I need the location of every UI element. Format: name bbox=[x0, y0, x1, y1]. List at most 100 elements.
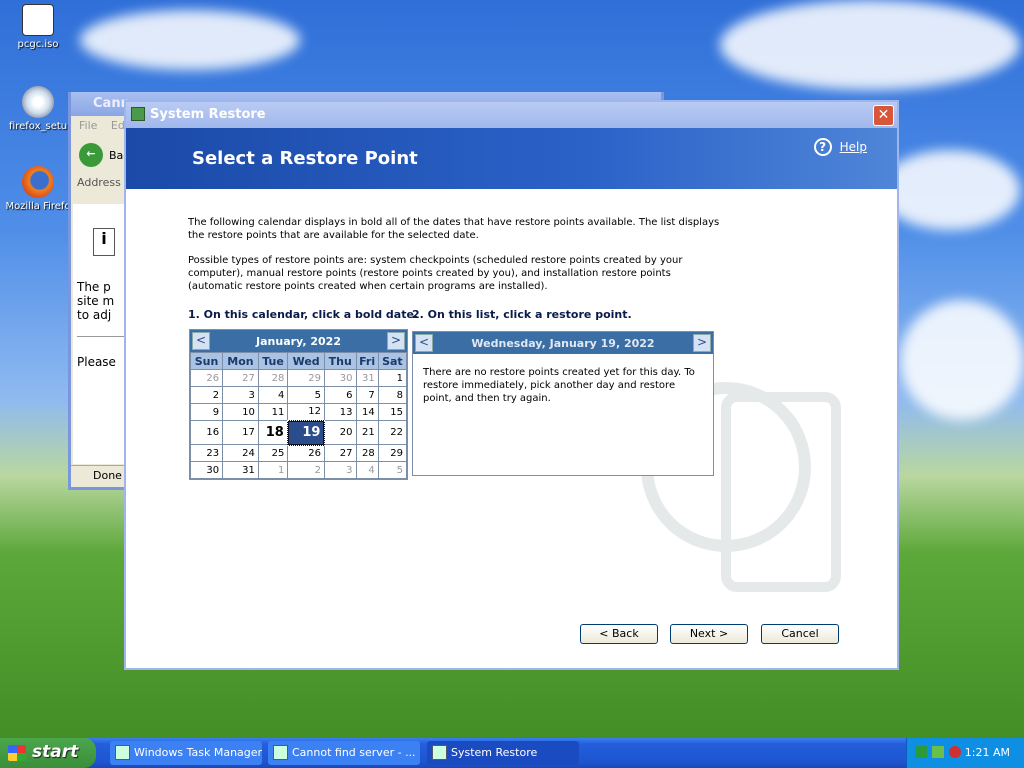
calendar-day[interactable]: 2 bbox=[189, 386, 224, 404]
security-center-icon[interactable] bbox=[932, 746, 944, 758]
calendar-day[interactable]: 31 bbox=[355, 369, 379, 387]
calendar-day[interactable]: 3 bbox=[323, 461, 357, 479]
calendar-day[interactable]: 1 bbox=[377, 369, 408, 387]
ie-body-text: site m bbox=[77, 294, 115, 308]
start-button[interactable]: start bbox=[0, 738, 96, 768]
system-restore-icon bbox=[131, 107, 145, 121]
calendar-day[interactable]: 30 bbox=[189, 461, 224, 479]
calendar-day[interactable]: 5 bbox=[287, 386, 325, 404]
calendar-day[interactable]: 29 bbox=[287, 369, 325, 387]
help-link[interactable]: Help bbox=[840, 140, 867, 154]
task-system-restore[interactable]: System Restore bbox=[427, 741, 579, 765]
calendar-day[interactable]: 8 bbox=[377, 386, 408, 404]
task-manager-icon bbox=[115, 745, 130, 760]
calendar-day[interactable]: 20 bbox=[323, 420, 357, 445]
calendar-day[interactable]: 22 bbox=[377, 420, 408, 445]
calendar-week-row: 23 24 25 26 27 28 29 bbox=[189, 444, 408, 462]
menu-edit[interactable]: Ed bbox=[111, 119, 125, 132]
shield-icon[interactable] bbox=[949, 746, 961, 758]
next-month-button[interactable]: > bbox=[387, 332, 405, 350]
weekday-header: Sun bbox=[189, 352, 224, 370]
calendar-day[interactable]: 27 bbox=[222, 369, 259, 387]
calendar-day[interactable]: 12 bbox=[287, 403, 325, 421]
calendar-day[interactable]: 11 bbox=[257, 403, 289, 421]
calendar-day[interactable]: 5 bbox=[377, 461, 408, 479]
calendar-day[interactable]: 28 bbox=[257, 369, 289, 387]
desktop-icon-mozilla-firefox[interactable]: Mozilla Firefo bbox=[2, 166, 74, 212]
info-icon: i bbox=[93, 228, 115, 256]
calendar-day[interactable]: 28 bbox=[355, 444, 379, 462]
calendar-day[interactable]: 4 bbox=[355, 461, 379, 479]
calendar-day[interactable]: 21 bbox=[355, 420, 379, 445]
intro-text: The following calendar displays in bold … bbox=[188, 216, 728, 305]
weekday-row: Sun Mon Tue Wed Thu Fri Sat bbox=[189, 352, 408, 370]
network-icon[interactable] bbox=[915, 746, 927, 758]
calendar-day[interactable]: 25 bbox=[257, 444, 289, 462]
calendar-day[interactable]: 10 bbox=[222, 403, 259, 421]
calendar-day[interactable]: 14 bbox=[355, 403, 379, 421]
clock: 1:21 AM bbox=[964, 746, 1010, 759]
list-empty-message: There are no restore points created yet … bbox=[423, 367, 695, 404]
calendar-day[interactable]: 29 bbox=[377, 444, 408, 462]
back-arrow-icon[interactable]: ← bbox=[79, 143, 103, 167]
calendar-week-row: 30 31 1 2 3 4 5 bbox=[189, 461, 408, 479]
calendar-day[interactable]: 23 bbox=[189, 444, 224, 462]
separator bbox=[77, 336, 125, 337]
calendar-day[interactable]: 31 bbox=[222, 461, 259, 479]
calendar-day[interactable]: 7 bbox=[355, 386, 379, 404]
wizard-header: Select a Restore Point ? Help bbox=[126, 128, 897, 190]
calendar-day-bold[interactable]: 18 bbox=[257, 420, 289, 445]
calendar-day[interactable]: 3 bbox=[222, 386, 259, 404]
calendar-week-row: 2 3 4 5 6 7 8 bbox=[189, 386, 408, 404]
calendar[interactable]: < January, 2022 > Sun Mon Tue Wed Thu Fr… bbox=[189, 329, 408, 480]
task-label: Cannot find server - ... bbox=[292, 746, 416, 759]
desktop-icon-firefox-setup[interactable]: firefox_setu bbox=[2, 86, 74, 132]
system-restore-icon bbox=[432, 745, 447, 760]
calendar-day[interactable]: 15 bbox=[377, 403, 408, 421]
calendar-day[interactable]: 6 bbox=[323, 386, 357, 404]
weekday-header: Mon bbox=[222, 352, 259, 370]
calendar-day[interactable]: 27 bbox=[323, 444, 357, 462]
weekday-header: Tue bbox=[257, 352, 289, 370]
weekday-header: Wed bbox=[287, 352, 325, 370]
next-day-button[interactable]: > bbox=[693, 334, 711, 352]
help-icon[interactable]: ? bbox=[813, 138, 832, 156]
calendar-day[interactable]: 24 bbox=[222, 444, 259, 462]
calendar-day[interactable]: 16 bbox=[189, 420, 224, 445]
calendar-day[interactable]: 17 bbox=[222, 420, 259, 445]
window-title: System Restore bbox=[150, 107, 266, 122]
calendar-day[interactable]: 2 bbox=[287, 461, 325, 479]
calendar-grid: Sun Mon Tue Wed Thu Fri Sat 26 27 28 29 … bbox=[189, 352, 408, 479]
calendar-day[interactable]: 26 bbox=[189, 369, 224, 387]
calendar-day[interactable]: 13 bbox=[323, 403, 357, 421]
restore-point-list[interactable]: < Wednesday, January 19, 2022 > There ar… bbox=[412, 331, 714, 476]
calendar-day[interactable]: 1 bbox=[257, 461, 289, 479]
taskbar: start Windows Task Manager Cannot find s… bbox=[0, 738, 1024, 768]
help-link-group[interactable]: ? Help bbox=[813, 138, 867, 156]
prev-day-button[interactable]: < bbox=[415, 334, 433, 352]
calendar-day[interactable]: 30 bbox=[323, 369, 357, 387]
calendar-day[interactable]: 4 bbox=[257, 386, 289, 404]
cloud bbox=[900, 300, 1024, 420]
desktop-icon-pcgc-iso[interactable]: pcgc.iso bbox=[2, 4, 74, 50]
task-cannot-find-server[interactable]: Cannot find server - ... bbox=[268, 741, 420, 765]
calendar-day[interactable]: 9 bbox=[189, 403, 224, 421]
weekday-header: Thu bbox=[323, 352, 357, 370]
back-button[interactable]: < Back bbox=[580, 624, 658, 644]
calendar-month-label: January, 2022 bbox=[256, 334, 341, 348]
cancel-button[interactable]: Cancel bbox=[761, 624, 839, 644]
next-button[interactable]: Next > bbox=[670, 624, 748, 644]
title-bar[interactable]: System Restore ✕ bbox=[126, 102, 897, 128]
calendar-header: < January, 2022 > bbox=[190, 330, 407, 352]
cloud bbox=[80, 10, 300, 70]
system-restore-window[interactable]: System Restore ✕ Select a Restore Point … bbox=[124, 100, 899, 670]
list-day-label: Wednesday, January 19, 2022 bbox=[471, 336, 655, 350]
calendar-day-selected[interactable]: 19 bbox=[286, 419, 326, 446]
address-label: Address bbox=[77, 176, 121, 189]
calendar-day[interactable]: 26 bbox=[287, 444, 325, 462]
system-tray: 1:21 AM bbox=[906, 738, 1024, 768]
prev-month-button[interactable]: < bbox=[192, 332, 210, 350]
task-windows-task-manager[interactable]: Windows Task Manager bbox=[110, 741, 262, 765]
menu-file[interactable]: File bbox=[79, 119, 97, 132]
close-button[interactable]: ✕ bbox=[873, 105, 894, 126]
